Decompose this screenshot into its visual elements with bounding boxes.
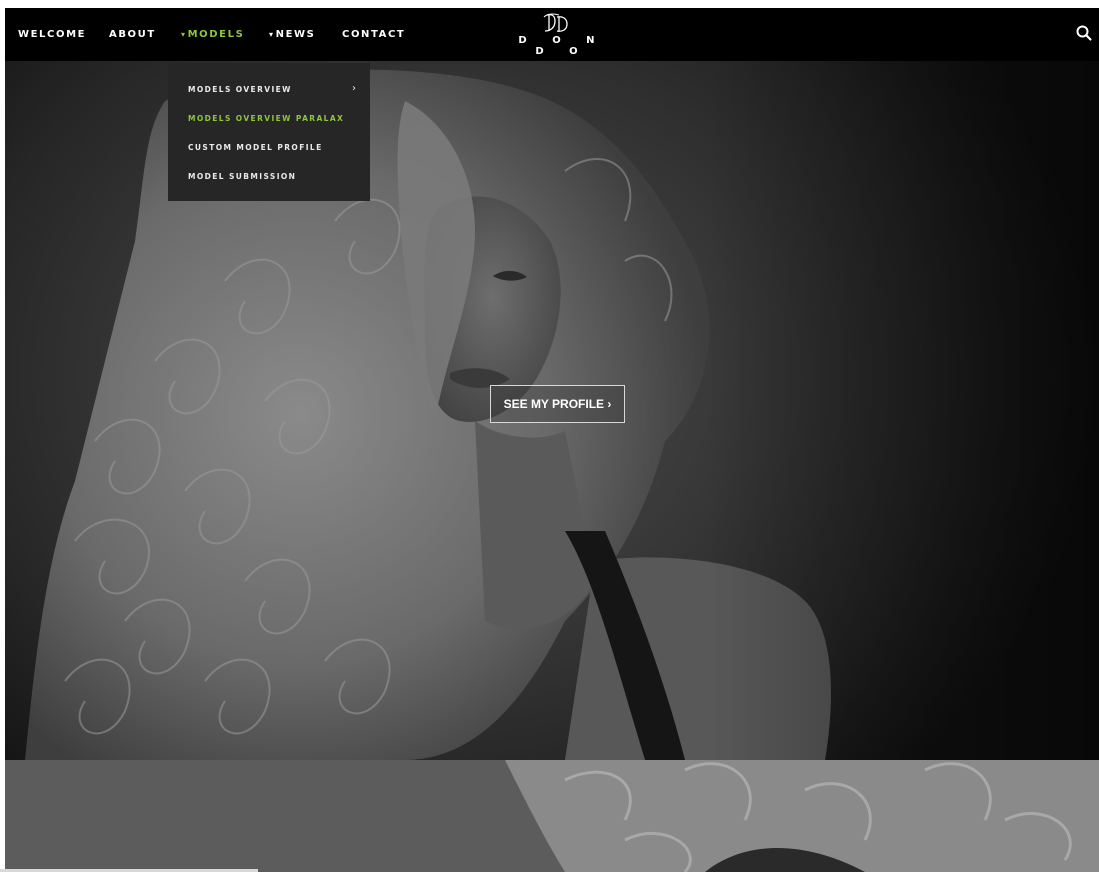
caret-down-icon: ▾	[269, 30, 275, 39]
search-icon[interactable]	[1075, 24, 1093, 42]
chevron-right-icon: ›	[352, 83, 356, 94]
caret-down-icon: ▾	[181, 30, 187, 39]
nav-welcome[interactable]: WELCOME	[18, 29, 86, 40]
see-my-profile-button[interactable]: SEE MY PROFILE ›	[490, 385, 625, 423]
nav-about[interactable]: ABOUT	[109, 29, 156, 40]
menu-item-models-overview[interactable]: MODELS OVERVIEW	[188, 85, 292, 94]
nav-contact[interactable]: CONTACT	[342, 29, 405, 40]
brand-logo[interactable]: D O N D O	[497, 12, 617, 57]
logo-wordmark: D O N D O	[518, 35, 606, 57]
nav-news[interactable]: ▾NEWS	[269, 29, 315, 40]
models-dropdown-menu: MODELS OVERVIEW › MODELS OVERVIEW PARALA…	[168, 63, 370, 201]
logo-monogram-icon	[543, 13, 568, 32]
menu-item-models-overview-paralax[interactable]: MODELS OVERVIEW PARALAX	[188, 114, 344, 123]
top-navigation: WELCOME ABOUT ▾MODELS ▾NEWS CONTACT D O …	[5, 8, 1099, 61]
menu-item-model-submission[interactable]: MODEL SUBMISSION	[188, 172, 296, 181]
nav-models[interactable]: ▾MODELS	[181, 29, 244, 40]
second-section-image	[5, 760, 1099, 872]
nav-models-label: MODELS	[187, 29, 245, 40]
menu-item-custom-model-profile[interactable]: CUSTOM MODEL PROFILE	[188, 143, 323, 152]
page-frame: WELCOME ABOUT ▾MODELS ▾NEWS CONTACT D O …	[5, 8, 1099, 872]
nav-news-label: NEWS	[275, 29, 316, 40]
hair-closeup-image	[5, 760, 1099, 872]
